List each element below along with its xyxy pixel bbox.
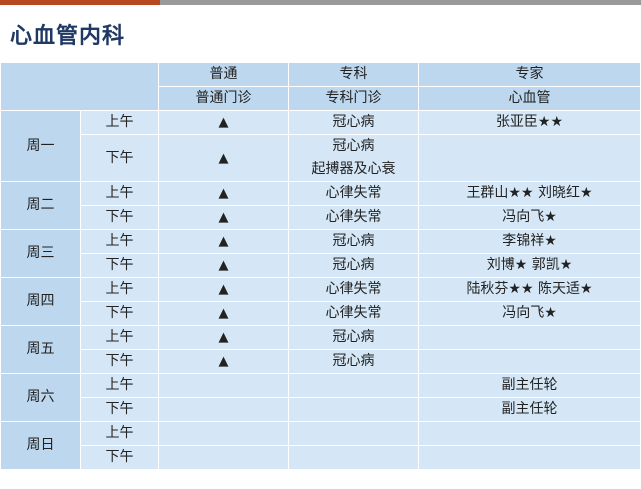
general-clinic-cell xyxy=(158,421,289,446)
header-general: 普通 xyxy=(158,62,289,87)
special-clinic-line: 心律失常 xyxy=(325,185,382,201)
schedule-row: 下午 ▲ 心律失常 冯向飞★ xyxy=(1,301,641,326)
expert-cell xyxy=(418,445,641,470)
schedule-table: 普通 专科 专家 普通门诊 专科门诊 心血管 周一 上午 ▲ 冠心病 张亚臣★★ 下午 ▲ 冠… xyxy=(0,62,641,470)
special-clinic-line: 冠心病 xyxy=(332,138,375,154)
schedule-row: 下午 xyxy=(1,445,641,470)
general-clinic-cell xyxy=(158,445,289,470)
expert-cell: 李锦祥★ xyxy=(418,229,641,254)
period-cell: 下午 xyxy=(80,134,159,182)
expert-cell: 副主任轮 xyxy=(418,373,641,398)
special-clinic-line: 冠心病 xyxy=(332,329,375,345)
day-cell: 周一 xyxy=(0,110,81,182)
special-clinic-line: 冠心病 xyxy=(332,353,375,369)
expert-cell xyxy=(418,325,641,350)
header-general-clinic: 普通门诊 xyxy=(158,86,289,111)
schedule-row: 周五 上午 ▲ 冠心病 xyxy=(0,325,641,374)
schedule-row: 下午 ▲ 心律失常 冯向飞★ xyxy=(1,205,641,230)
special-clinic-cell xyxy=(288,373,419,398)
special-clinic-cell xyxy=(288,421,419,446)
period-cell: 上午 xyxy=(80,181,159,206)
period-cell: 下午 xyxy=(80,253,159,278)
general-clinic-cell: ▲ xyxy=(158,134,289,182)
schedule-row: 下午 ▲ 冠心病 xyxy=(1,349,641,374)
expert-cell: 冯向飞★ xyxy=(418,205,641,230)
period-cell: 上午 xyxy=(80,229,159,254)
expert-cell: 张亚臣★★ xyxy=(418,110,641,135)
special-clinic-cell: 冠心病 xyxy=(288,253,419,278)
day-cell: 周五 xyxy=(0,325,81,374)
period-cell: 上午 xyxy=(80,421,159,446)
special-clinic-cell: 冠心病 xyxy=(288,229,419,254)
general-clinic-cell: ▲ xyxy=(158,181,289,206)
special-clinic-cell: 心律失常 xyxy=(288,181,419,206)
period-cell: 下午 xyxy=(80,445,159,470)
page-title: 心血管内科 xyxy=(10,24,126,49)
expert-cell xyxy=(418,134,641,182)
general-clinic-cell: ▲ xyxy=(158,205,289,230)
day-cell: 周日 xyxy=(0,421,81,470)
day-cell: 周四 xyxy=(0,277,81,326)
period-cell: 上午 xyxy=(80,373,159,398)
general-clinic-cell: ▲ xyxy=(158,301,289,326)
top-rule-accent xyxy=(0,0,160,5)
special-clinic-line: 冠心病 xyxy=(332,233,375,249)
general-clinic-cell: ▲ xyxy=(158,349,289,374)
header-expert: 专家 xyxy=(418,62,641,87)
schedule-row: 下午 副主任轮 xyxy=(1,397,641,422)
special-clinic-cell: 冠心病 xyxy=(288,325,419,350)
general-clinic-cell xyxy=(158,373,289,398)
special-clinic-line: 冠心病 xyxy=(332,114,375,130)
period-cell: 上午 xyxy=(80,325,159,350)
expert-cell xyxy=(418,421,641,446)
schedule-row: 周二 上午 ▲ 心律失常 王群山★★ 刘晓红★ xyxy=(0,181,641,230)
general-clinic-cell: ▲ xyxy=(158,277,289,302)
period-cell: 下午 xyxy=(80,301,159,326)
special-clinic-line: 心律失常 xyxy=(325,281,382,297)
general-clinic-cell: ▲ xyxy=(158,110,289,135)
schedule-row: 下午 ▲ 冠心病 起搏器及心衰 xyxy=(1,134,641,182)
period-cell: 上午 xyxy=(80,110,159,135)
period-cell: 下午 xyxy=(80,397,159,422)
special-clinic-cell: 冠心病 xyxy=(288,110,419,135)
expert-cell: 陆秋芬★★ 陈天适★ xyxy=(418,277,641,302)
special-clinic-cell xyxy=(288,397,419,422)
schedule-row: 周四 上午 ▲ 心律失常 陆秋芬★★ 陈天适★ xyxy=(0,277,641,326)
schedule-row: 周三 上午 ▲ 冠心病 李锦祥★ xyxy=(0,229,641,278)
schedule-row: 下午 ▲ 冠心病 刘博★ 郭凯★ xyxy=(1,253,641,278)
period-cell: 上午 xyxy=(80,277,159,302)
special-clinic-cell: 心律失常 xyxy=(288,205,419,230)
day-cell: 周二 xyxy=(0,181,81,230)
expert-cell: 刘博★ 郭凯★ xyxy=(418,253,641,278)
day-cell: 周三 xyxy=(0,229,81,278)
schedule-row: 周一 上午 ▲ 冠心病 张亚臣★★ xyxy=(0,110,641,182)
header-special-clinic: 专科门诊 xyxy=(288,86,419,111)
general-clinic-cell xyxy=(158,397,289,422)
special-clinic-line: 冠心病 xyxy=(332,257,375,273)
header-special: 专科 xyxy=(288,62,419,87)
schedule-row: 周日 上午 xyxy=(0,421,641,470)
period-cell: 下午 xyxy=(80,205,159,230)
special-clinic-line: 起搏器及心衰 xyxy=(311,161,396,177)
header-cardiology: 心血管 xyxy=(418,86,641,111)
special-clinic-cell: 心律失常 xyxy=(288,277,419,302)
special-clinic-cell: 冠心病 xyxy=(288,349,419,374)
general-clinic-cell: ▲ xyxy=(158,229,289,254)
general-clinic-cell: ▲ xyxy=(158,325,289,350)
expert-cell xyxy=(418,349,641,374)
schedule-row: 周六 上午 副主任轮 xyxy=(0,373,641,422)
expert-cell: 冯向飞★ xyxy=(418,301,641,326)
day-cell: 周六 xyxy=(0,373,81,422)
period-cell: 下午 xyxy=(80,349,159,374)
special-clinic-line: 心律失常 xyxy=(325,305,382,321)
header-row-1: 普通 专科 专家 xyxy=(0,62,641,111)
special-clinic-line: 心律失常 xyxy=(325,209,382,225)
special-clinic-cell xyxy=(288,445,419,470)
expert-cell: 副主任轮 xyxy=(418,397,641,422)
special-clinic-cell: 冠心病 起搏器及心衰 xyxy=(288,134,419,182)
special-clinic-cell: 心律失常 xyxy=(288,301,419,326)
general-clinic-cell: ▲ xyxy=(158,253,289,278)
header-corner xyxy=(0,62,159,111)
expert-cell: 王群山★★ 刘晓红★ xyxy=(418,181,641,206)
